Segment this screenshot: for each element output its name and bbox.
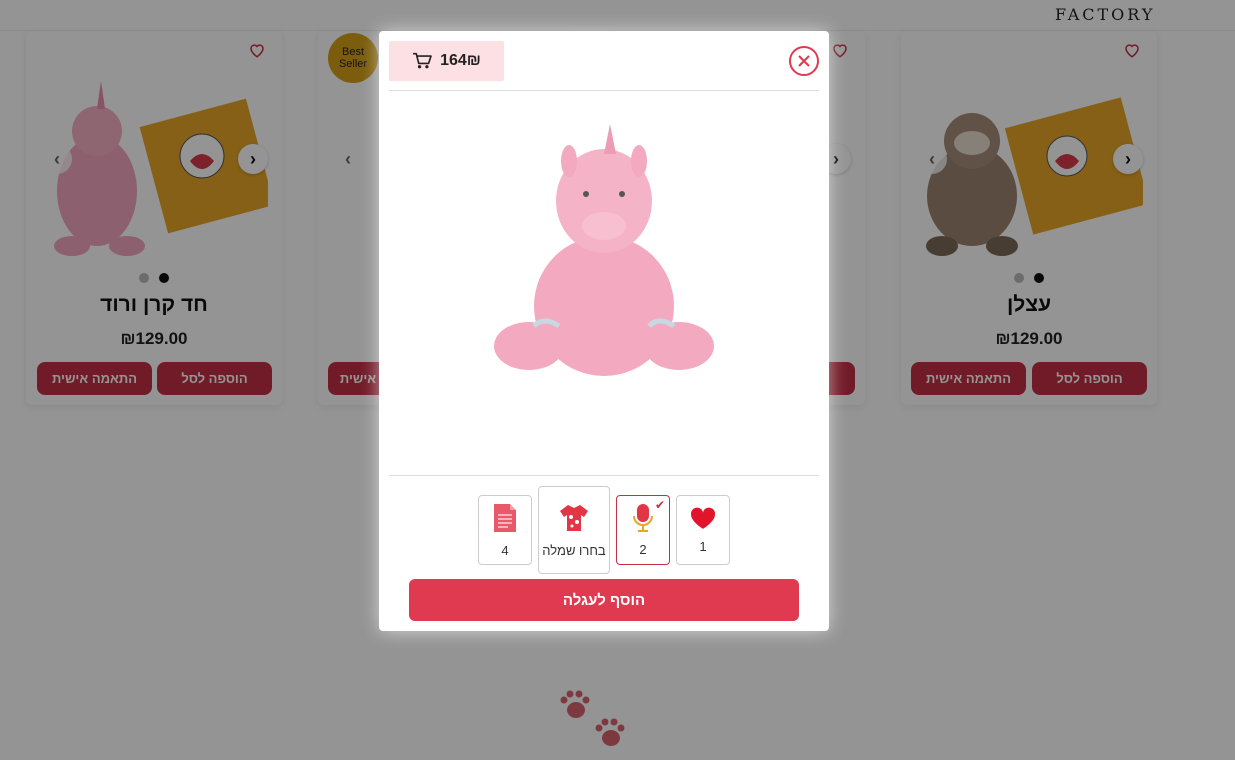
unicorn-plush-image [494,124,714,376]
divider [389,475,819,476]
gift-options: 4 בחרו שמלה ✔ 2 1 [379,486,829,574]
cart-total: 164₪ [440,52,481,69]
letter-icon [494,503,516,532]
option-label: 4 [501,542,509,558]
cart-total-badge[interactable]: 164₪ [389,41,504,81]
close-button[interactable] [789,46,819,76]
close-icon [798,55,810,67]
option-label: בחרו שמלה [542,542,606,558]
divider [389,90,819,91]
product-modal: 164₪ 4 בחרו שמלה ✔ 2 1 הוסף לעגלה [379,31,829,631]
microphone-icon [633,503,653,532]
add-to-cart-button[interactable]: הוסף לעגלה [409,579,799,621]
cart-icon [413,52,432,69]
heart-icon [690,507,716,529]
option-voice[interactable]: ✔ 2 [616,495,670,565]
option-dress[interactable]: בחרו שמלה [538,486,610,574]
option-label: 2 [639,541,647,557]
selected-check-icon: ✔ [654,498,665,512]
shirt-icon [560,504,588,531]
option-letter[interactable]: 4 [478,495,532,565]
option-label: 1 [699,538,707,554]
option-heart[interactable]: 1 [676,495,730,565]
